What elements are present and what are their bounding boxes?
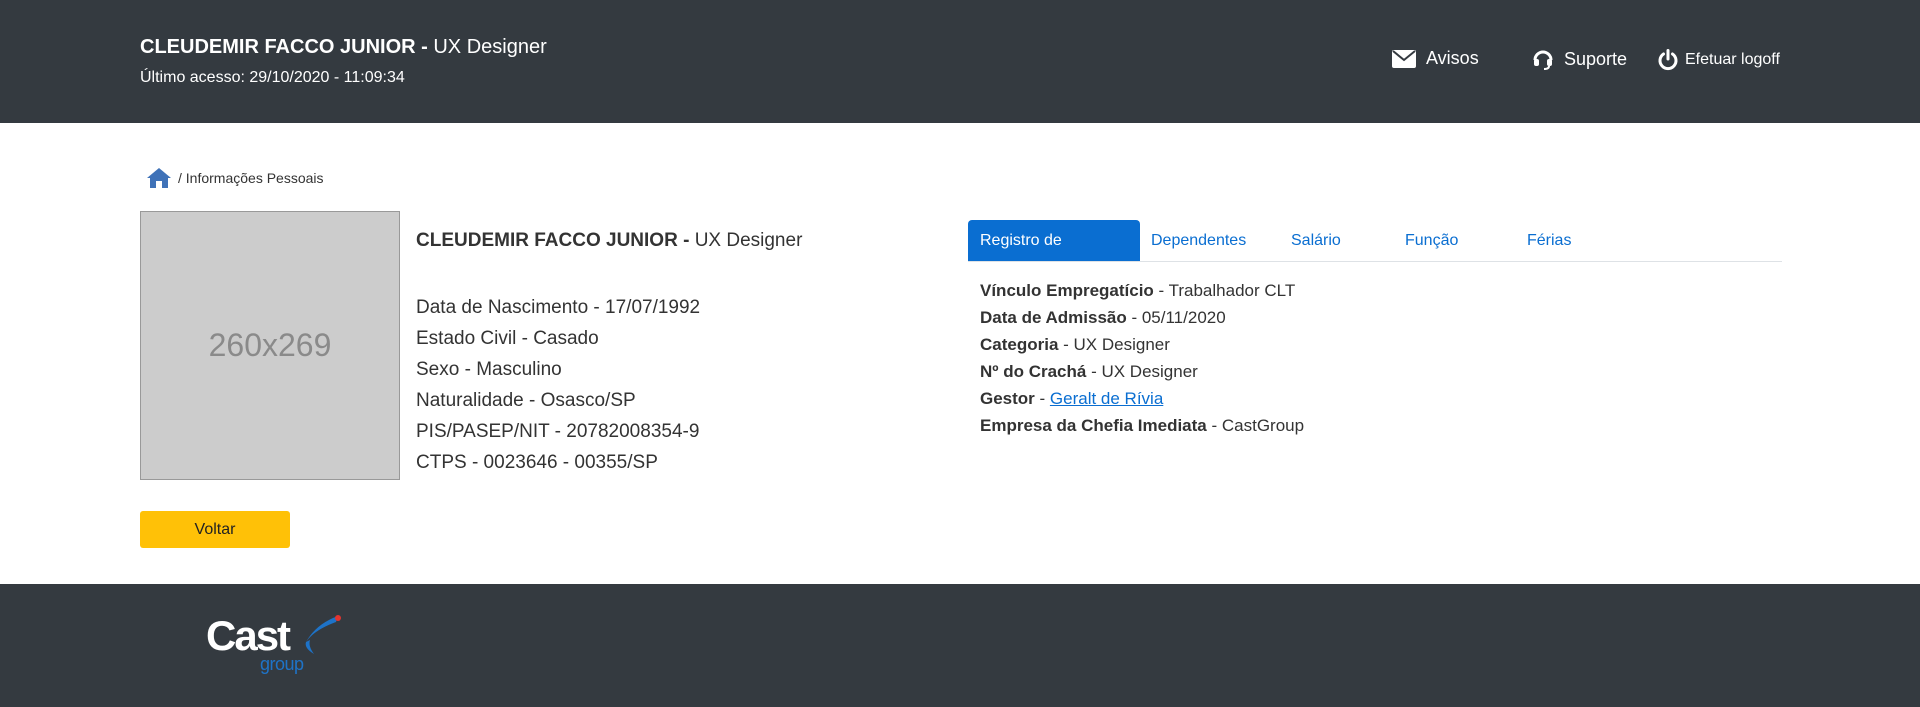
envelope-icon [1392, 49, 1416, 68]
photo-placeholder-text: 260x269 [208, 327, 332, 363]
detail-label: Categoria [980, 335, 1059, 354]
profile-role: UX Designer [694, 230, 803, 251]
nav-suporte[interactable]: Suporte [1532, 48, 1627, 70]
breadcrumb-current: / Informações Pessoais [178, 170, 324, 186]
tab-dependentes[interactable]: Dependentes [1151, 220, 1246, 261]
detail-label: Empresa da Chefia Imediata [980, 416, 1207, 435]
nav-logoff-label: Efetuar logoff [1685, 51, 1780, 68]
logo-swoosh-icon [305, 615, 341, 654]
detail-label: Nº do Crachá [980, 362, 1087, 381]
detail-value: - [1034, 389, 1050, 408]
power-icon [1658, 49, 1678, 71]
breadcrumb: / Informações Pessoais [146, 167, 324, 189]
detail-value: - Trabalhador CLT [1153, 281, 1296, 300]
nav-suporte-label: Suporte [1564, 48, 1628, 69]
profile-name: CLEUDEMIR FACCO JUNIOR - [416, 230, 690, 251]
headset-icon [1533, 50, 1553, 70]
nav-avisos-label: Avisos [1426, 48, 1479, 68]
detail-vinculo: Vínculo Empregatício - Trabalhador CLT [980, 277, 1304, 304]
logo-main-text: Cast [206, 612, 291, 659]
detail-cracha: Nº do Crachá - UX Designer [980, 358, 1304, 385]
tab-registro-emprego[interactable]: Registro de Emprego [968, 220, 1140, 290]
detail-gestor: Gestor - Geralt de Rívia [980, 385, 1304, 412]
tab-ferias[interactable]: Férias [1527, 220, 1571, 261]
profile-photo: 260x269 [140, 211, 400, 480]
footer: Cast group [0, 584, 1920, 707]
detail-value: - UX Designer [1058, 335, 1170, 354]
detail-empresa-chefia: Empresa da Chefia Imediata - CastGroup [980, 412, 1304, 439]
castgroup-logo: Cast group [206, 612, 346, 682]
profile-birthdate: Data de Nascimento - 17/07/1992 [416, 297, 701, 318]
detail-admissao: Data de Admissão - 05/11/2020 [980, 304, 1304, 331]
last-access: Último acesso: 29/10/2020 - 11:09:34 [140, 69, 405, 86]
logo-sub-text: group [260, 654, 304, 674]
detail-value: - 05/11/2020 [1126, 308, 1226, 327]
nav-avisos[interactable]: Avisos [1392, 48, 1479, 69]
header-user-fullname: CLEUDEMIR FACCO JUNIOR - [140, 36, 428, 58]
detail-label: Vínculo Empregatício [980, 281, 1154, 300]
profile-ctps: CTPS - 0023646 - 00355/SP [416, 452, 658, 473]
detail-value: - UX Designer [1086, 362, 1198, 381]
tab-bar: Registro de Emprego Dependentes Salário … [968, 220, 1782, 290]
header-user-role: UX Designer [433, 36, 547, 58]
employment-details: Vínculo Empregatício - Trabalhador CLT D… [980, 277, 1304, 439]
gestor-link[interactable]: Geralt de Rívia [1050, 389, 1163, 408]
detail-categoria: Categoria - UX Designer [980, 331, 1304, 358]
detail-value: - CastGroup [1206, 416, 1305, 435]
tab-funcao[interactable]: Função [1405, 220, 1458, 261]
profile-pis: PIS/PASEP/NIT - 20782008354-9 [416, 421, 700, 442]
profile-sex: Sexo - Masculino [416, 359, 562, 380]
profile-marital-status: Estado Civil - Casado [416, 328, 599, 349]
detail-label: Gestor [980, 389, 1035, 408]
profile-info: CLEUDEMIR FACCO JUNIOR - UX Designer Dat… [416, 230, 802, 478]
voltar-button[interactable]: Voltar [140, 511, 290, 548]
home-icon[interactable] [146, 167, 172, 189]
detail-label: Data de Admissão [980, 308, 1127, 327]
header-user-name: CLEUDEMIR FACCO JUNIOR - UX Designer [140, 36, 547, 59]
profile-title: CLEUDEMIR FACCO JUNIOR - UX Designer [416, 230, 802, 252]
profile-birthplace: Naturalidade - Osasco/SP [416, 390, 636, 411]
tab-salario[interactable]: Salário [1291, 220, 1341, 261]
nav-logoff[interactable]: Efetuar logoff [1657, 49, 1780, 71]
top-header: CLEUDEMIR FACCO JUNIOR - UX Designer Últ… [0, 0, 1920, 123]
